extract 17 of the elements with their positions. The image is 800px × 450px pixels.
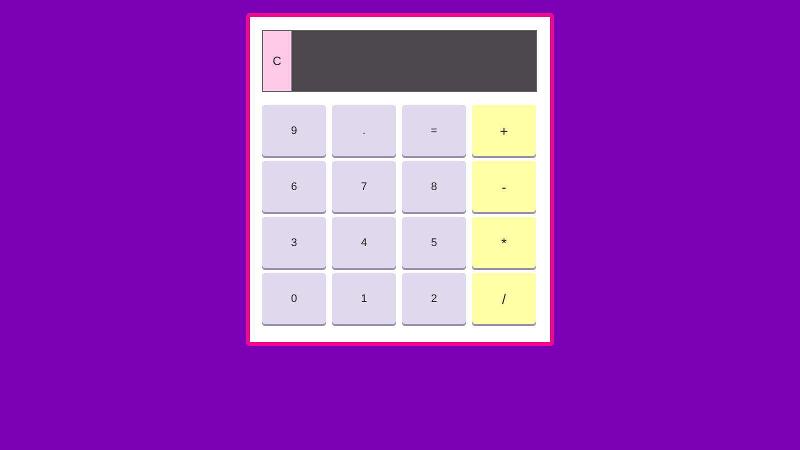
calculator-key[interactable]: 1 <box>332 273 396 324</box>
calculator-key[interactable]: 8 <box>402 161 466 212</box>
calculator-key[interactable]: 7 <box>332 161 396 212</box>
calculator-key[interactable]: = <box>402 105 466 156</box>
calculator-key[interactable]: 2 <box>402 273 466 324</box>
calculator-key[interactable]: 5 <box>402 217 466 268</box>
calculator-key[interactable]: 4 <box>332 217 396 268</box>
calculator-key[interactable]: / <box>472 273 536 324</box>
calculator-key[interactable]: 0 <box>262 273 326 324</box>
calculator-key[interactable]: . <box>332 105 396 156</box>
calculator-key[interactable]: 6 <box>262 161 326 212</box>
calculator-key[interactable]: 3 <box>262 217 326 268</box>
clear-button[interactable]: C <box>263 31 292 91</box>
calculator-key[interactable]: - <box>472 161 536 212</box>
calculator-key[interactable]: + <box>472 105 536 156</box>
calculator-key[interactable]: * <box>472 217 536 268</box>
calculator-key[interactable]: 9 <box>262 105 326 156</box>
